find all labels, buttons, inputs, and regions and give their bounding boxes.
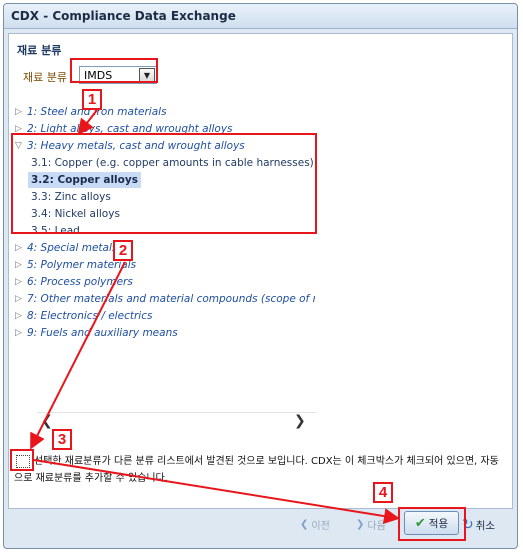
tree-node[interactable]: ▷ 4: Special metals [15,240,117,256]
annotation-box-group [11,133,317,234]
chevron-left-icon: ❮ [300,519,309,530]
expand-triangle-icon[interactable]: ▷ [15,294,27,304]
tree-node[interactable]: ▷ 7: Other materials and material compoun… [15,291,315,307]
scroll-right-icon[interactable]: ❯ [294,413,306,429]
cancel-button[interactable]: ↻ 취소 [462,517,495,533]
tree-node[interactable]: ▷ 9: Fuels and auxiliary means [15,325,178,341]
scroll-left-icon[interactable]: ❮ [41,413,53,429]
annotation-box-select [70,58,158,83]
annotation-badge-2: 2 [113,240,133,261]
expand-triangle-icon[interactable]: ▷ [15,311,27,321]
next-button[interactable]: ❯ 다음 [356,517,386,532]
annotation-badge-3: 3 [52,429,72,450]
expand-triangle-icon[interactable]: ▷ [15,277,27,287]
auto-add-note: 선택한 재료분류가 다른 분류 리스트에서 발견된 것으로 보입니다. CDX는… [14,456,499,484]
annotation-badge-4: 4 [373,482,393,503]
classification-label: 재료 분류 [23,71,67,84]
prev-button[interactable]: ❮ 이전 [300,517,330,532]
section-title: 재료 분류 [17,44,62,57]
expand-triangle-icon[interactable]: ▷ [15,328,27,338]
expand-triangle-icon[interactable]: ▷ [15,107,27,117]
annotation-badge-1: 1 [82,89,102,110]
chevron-right-icon: ❯ [356,519,365,530]
horizontal-scrollbar[interactable]: ❮ ❯ [37,412,317,429]
annotation-box-apply [398,507,466,541]
expand-triangle-icon[interactable]: ▷ [15,243,27,253]
tree-node[interactable]: ▷ 6: Process polymers [15,274,133,290]
window-title: CDX - Compliance Data Exchange [4,4,517,29]
expand-triangle-icon[interactable]: ▷ [15,260,27,270]
tree-node[interactable]: ▷ 8: Electronics / electrics [15,308,152,324]
annotation-box-checkbox [10,449,34,471]
